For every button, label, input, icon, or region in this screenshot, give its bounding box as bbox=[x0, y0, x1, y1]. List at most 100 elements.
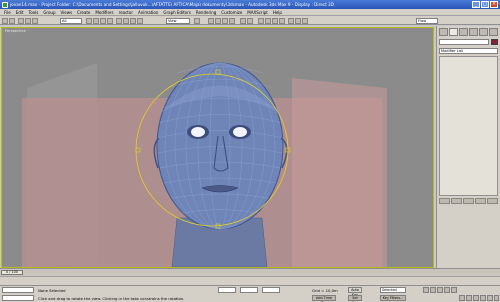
show-end-result-icon[interactable] bbox=[451, 198, 462, 204]
percent-snap-icon[interactable] bbox=[222, 17, 228, 24]
modifier-stack[interactable] bbox=[439, 56, 498, 196]
track-bar[interactable] bbox=[0, 276, 500, 285]
grid-label: Grid = 10,0m bbox=[312, 288, 338, 293]
stack-buttons bbox=[439, 198, 498, 204]
remove-modifier-icon[interactable] bbox=[475, 198, 486, 204]
align-icon[interactable] bbox=[247, 17, 253, 24]
spinner-snap-icon[interactable] bbox=[229, 17, 235, 24]
menu-file[interactable]: File bbox=[4, 10, 11, 15]
menu-create[interactable]: Create bbox=[77, 10, 90, 15]
undo-icon[interactable] bbox=[2, 17, 8, 24]
menu-views[interactable]: Views bbox=[61, 10, 73, 15]
time-slider[interactable]: 0 / 100 bbox=[1, 270, 23, 275]
menu-customize[interactable]: Customize bbox=[221, 10, 242, 15]
perspective-viewport[interactable]: Perspective bbox=[1, 27, 434, 268]
modify-tab-icon[interactable] bbox=[449, 28, 458, 36]
time-slider-bar[interactable]: 0 / 100 bbox=[0, 268, 500, 276]
next-frame-icon[interactable] bbox=[444, 287, 450, 293]
prompt-line: Click and drag to rotate the view. Click… bbox=[38, 296, 185, 301]
window-crossing-icon[interactable] bbox=[107, 17, 113, 24]
go-to-start-icon[interactable] bbox=[423, 287, 429, 293]
link-icon[interactable] bbox=[18, 17, 24, 24]
selection-filter-select[interactable]: All bbox=[60, 17, 82, 24]
z-coord-field[interactable] bbox=[262, 287, 280, 293]
menu-modifiers[interactable]: Modifiers bbox=[95, 10, 113, 15]
menu-tools[interactable]: Tools bbox=[28, 10, 38, 15]
left-eye-white bbox=[191, 127, 205, 137]
close-icon[interactable]: × bbox=[490, 1, 498, 8]
material-editor-icon[interactable] bbox=[279, 17, 285, 24]
make-unique-icon[interactable] bbox=[463, 198, 474, 204]
window-title: jovan14.max - Project Folder: C:\Documen… bbox=[10, 2, 334, 7]
menu-graph-editors[interactable]: Graph Editors bbox=[163, 10, 190, 15]
key-mode-select[interactable]: Selected bbox=[380, 287, 406, 293]
zoom-extents-icon[interactable] bbox=[473, 295, 479, 301]
x-coord-field[interactable] bbox=[218, 287, 236, 293]
menu-animation[interactable]: Animation bbox=[138, 10, 158, 15]
angle-snap-icon[interactable] bbox=[215, 17, 221, 24]
menu-help[interactable]: Help bbox=[273, 10, 282, 15]
render-setup-icon[interactable] bbox=[288, 17, 294, 24]
menu-rendering[interactable]: Rendering bbox=[196, 10, 216, 15]
arc-rotate-icon[interactable] bbox=[487, 295, 493, 301]
select-region-icon[interactable] bbox=[100, 17, 106, 24]
go-to-end-icon[interactable] bbox=[451, 287, 457, 293]
play-icon[interactable] bbox=[437, 287, 443, 293]
maximize-viewport-icon[interactable] bbox=[494, 295, 499, 301]
scale-icon[interactable] bbox=[130, 17, 136, 24]
right-eye-white bbox=[233, 127, 247, 137]
configure-sets-icon[interactable] bbox=[487, 198, 498, 204]
maxscript-output-field[interactable] bbox=[2, 295, 34, 301]
menu-group[interactable]: Group bbox=[43, 10, 55, 15]
quick-render-icon[interactable] bbox=[302, 17, 308, 24]
title-bar: jovan14.max - Project Folder: C:\Documen… bbox=[0, 0, 500, 9]
move-icon[interactable] bbox=[116, 17, 122, 24]
zoom-icon[interactable] bbox=[459, 295, 465, 301]
pan-icon[interactable] bbox=[480, 295, 486, 301]
layer-manager-icon[interactable] bbox=[258, 17, 264, 24]
select-manipulate-icon[interactable] bbox=[137, 17, 143, 24]
y-coord-field[interactable] bbox=[240, 287, 258, 293]
hierarchy-tab-icon[interactable] bbox=[459, 28, 468, 36]
maximize-icon[interactable]: □ bbox=[481, 1, 489, 8]
pin-stack-icon[interactable] bbox=[439, 198, 450, 204]
object-name-field[interactable] bbox=[439, 39, 489, 45]
menu-edit[interactable]: Edit bbox=[16, 10, 24, 15]
motion-tab-icon[interactable] bbox=[469, 28, 478, 36]
previous-frame-icon[interactable] bbox=[430, 287, 436, 293]
menu-reactor[interactable]: reactor bbox=[119, 10, 133, 15]
schematic-view-icon[interactable] bbox=[272, 17, 278, 24]
maxscript-listener-field[interactable] bbox=[2, 287, 34, 293]
menu-maxscript[interactable]: MAXScript bbox=[247, 10, 268, 15]
key-filters-button[interactable]: Key Filters... bbox=[380, 295, 406, 301]
render-frame-icon[interactable] bbox=[295, 17, 301, 24]
zoom-all-icon[interactable] bbox=[466, 295, 472, 301]
main-toolbar: All View Flow bbox=[0, 16, 500, 25]
object-color-swatch[interactable] bbox=[491, 39, 498, 45]
bind-icon[interactable] bbox=[32, 17, 38, 24]
selection-info: None Selected bbox=[38, 288, 66, 293]
utilities-tab-icon[interactable] bbox=[489, 28, 498, 36]
rotate-icon[interactable] bbox=[123, 17, 129, 24]
modifier-list-select[interactable]: Modifier List bbox=[439, 48, 498, 54]
viewport-label[interactable]: Perspective bbox=[5, 29, 26, 33]
snaps-toggle-icon[interactable] bbox=[208, 17, 214, 24]
curve-editor-icon[interactable] bbox=[265, 17, 271, 24]
backdrop-plane-right bbox=[292, 78, 387, 267]
add-time-tag-button[interactable]: Add Time Tag bbox=[312, 295, 336, 302]
unlink-icon[interactable] bbox=[25, 17, 31, 24]
select-object-icon[interactable] bbox=[86, 17, 92, 24]
redo-icon[interactable] bbox=[9, 17, 15, 24]
auto-key-button[interactable]: Auto Key bbox=[348, 287, 362, 297]
set-key-button[interactable]: Set Key bbox=[348, 295, 362, 302]
ref-coord-select[interactable]: View bbox=[166, 17, 190, 24]
display-tab-icon[interactable] bbox=[479, 28, 488, 36]
mirror-icon[interactable] bbox=[240, 17, 246, 24]
app-icon bbox=[2, 1, 8, 8]
command-panel: Modifier List bbox=[436, 26, 500, 268]
pivot-center-icon[interactable] bbox=[194, 17, 200, 24]
create-tab-icon[interactable] bbox=[439, 28, 448, 36]
select-by-name-icon[interactable] bbox=[93, 17, 99, 24]
named-selection-select[interactable]: Flow bbox=[416, 17, 438, 24]
minimize-icon[interactable]: _ bbox=[472, 1, 480, 8]
